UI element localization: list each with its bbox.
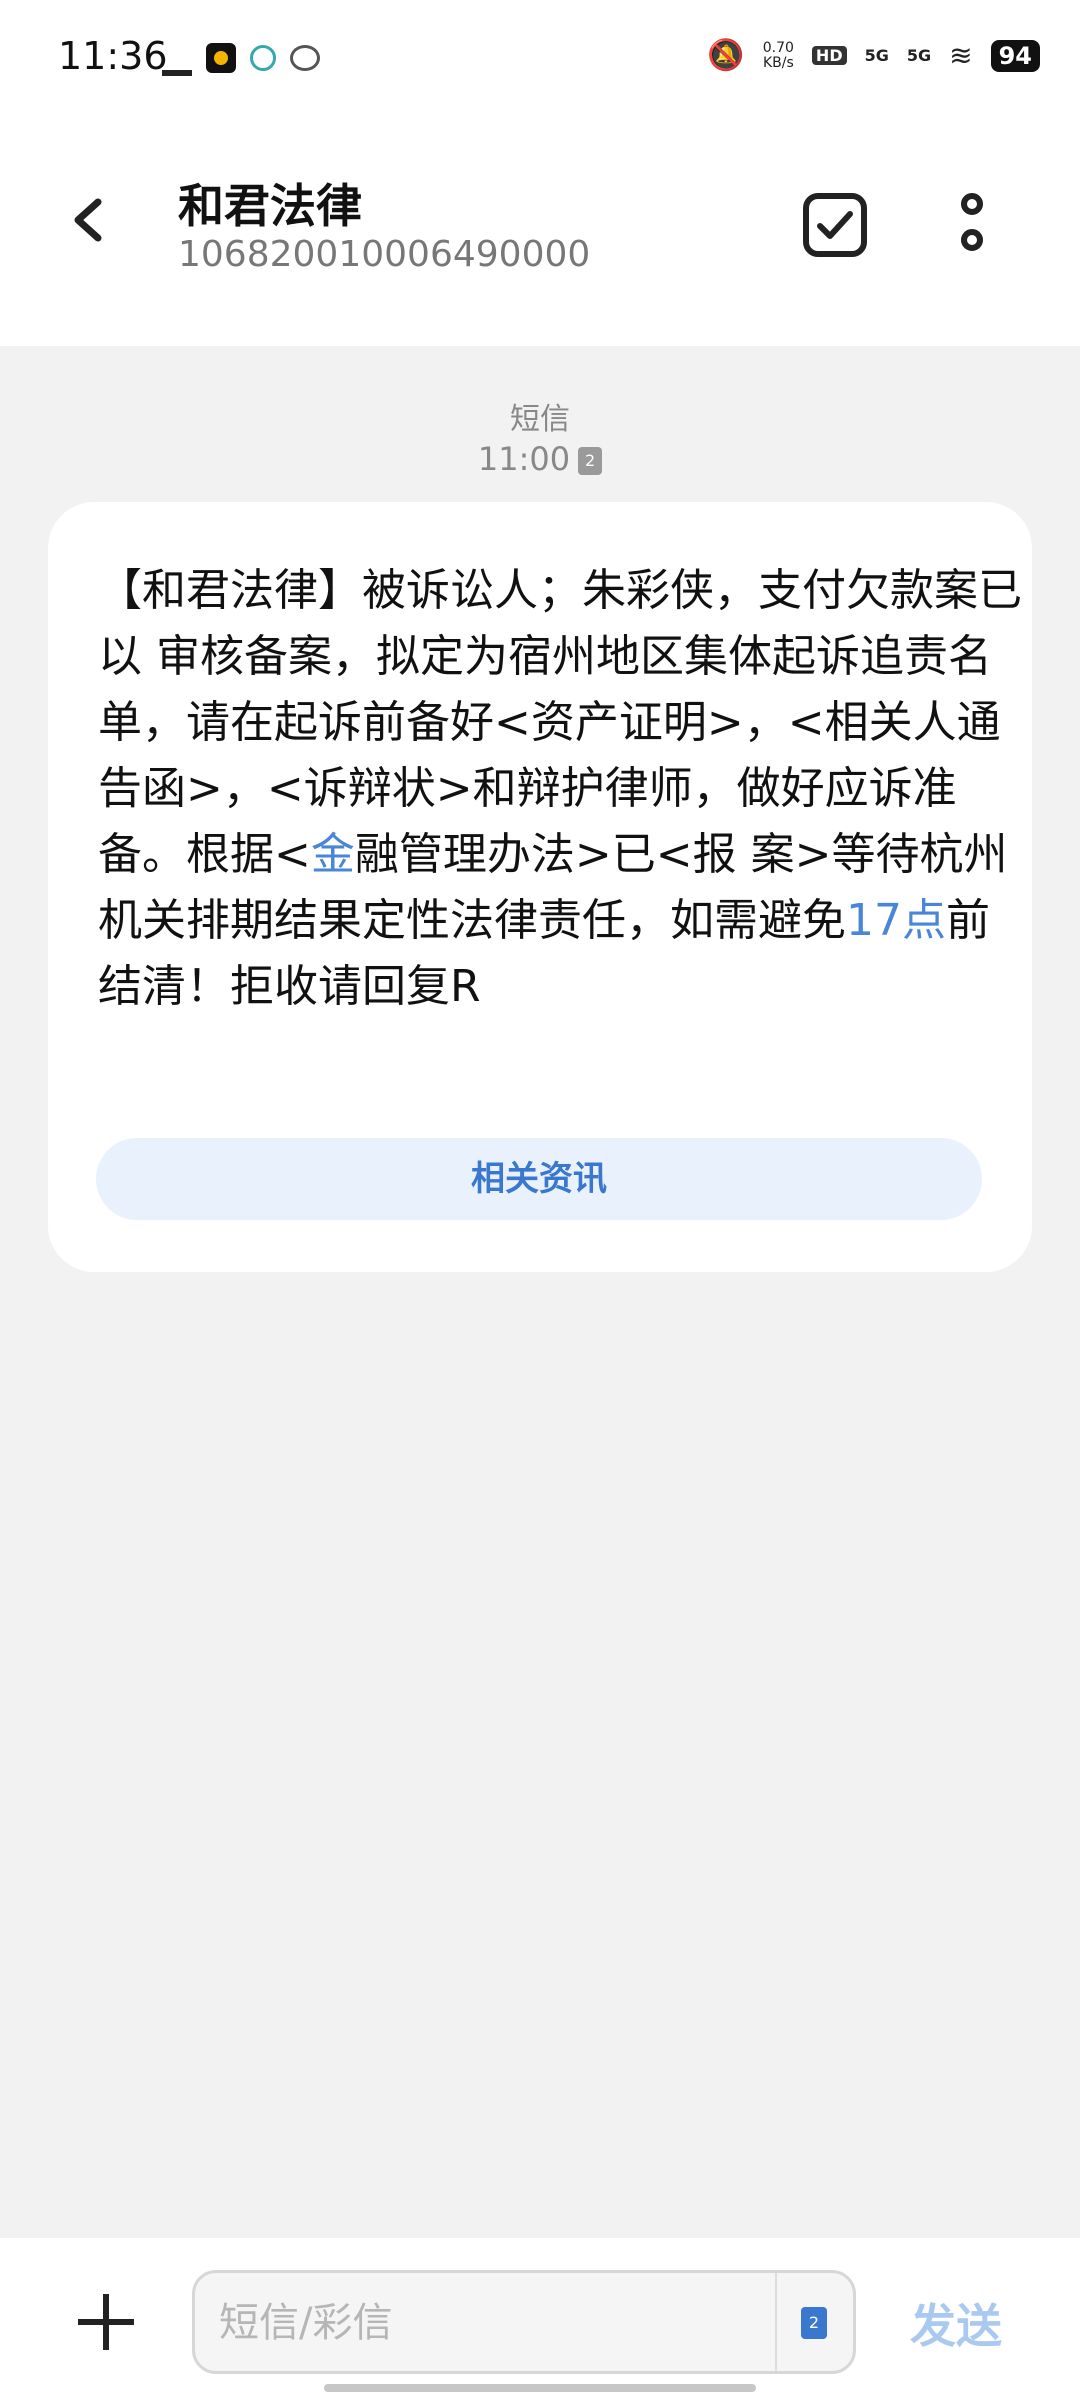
home-indicator[interactable] <box>324 2384 756 2392</box>
contact-number: 10682001000649000​0 <box>178 234 591 275</box>
message-timestamp: 11:00 2 <box>0 440 1080 478</box>
signal-2-icon: 5G <box>906 46 932 65</box>
network-notification-icon <box>250 45 276 71</box>
wechat-icon <box>290 45 320 71</box>
sim-card-icon: 2 <box>578 447 603 475</box>
sim-card-icon: 2 <box>801 2307 827 2339</box>
message-body: 【和君法律】被诉讼人；朱彩侠，支付欠款案已以 审核备案，拟定为宿州地区集体起诉追… <box>98 558 1028 1020</box>
more-vertical-icon <box>961 193 983 251</box>
composer-bar: 2 发送 <box>0 2238 1080 2400</box>
select-messages-button[interactable] <box>800 190 870 260</box>
status-bar: 11:36 🔕 0.70 KB/s HD 5G 5G ≋ 94 <box>0 0 1080 110</box>
send-button[interactable]: 发送 <box>910 2290 1002 2356</box>
message-time: 11:00 <box>477 440 571 478</box>
message-link[interactable]: 金 <box>311 829 355 880</box>
status-time: 11:36 <box>58 34 168 78</box>
wifi-icon: ≋ <box>949 39 973 72</box>
message-type-label: 短信 <box>510 402 570 437</box>
network-speed: 0.70 KB/s <box>762 39 794 71</box>
message-bubble[interactable]: 【和君法律】被诉讼人；朱彩侠，支付欠款案已以 审核备案，拟定为宿州地区集体起诉追… <box>48 502 1032 1272</box>
conversation-header: 和君法律 10682001000649000​0 <box>0 110 1080 346</box>
related-info-button[interactable]: 相关资讯 <box>96 1138 982 1220</box>
checkbox-icon <box>803 193 867 257</box>
hd-icon: HD <box>811 46 847 65</box>
back-arrow-icon <box>74 198 102 242</box>
add-attachment-button[interactable] <box>78 2294 134 2350</box>
signal-1-icon: 5G <box>864 46 889 65</box>
mute-icon: 🔕 <box>707 38 745 73</box>
crown-icon <box>162 40 192 76</box>
app-notification-icon <box>206 43 236 73</box>
message-time-link[interactable]: 17点 <box>846 895 946 946</box>
system-indicators: 🔕 0.70 KB/s HD 5G 5G ≋ 94 <box>707 38 1040 73</box>
sim-select-button[interactable]: 2 <box>775 2273 853 2371</box>
battery-indicator: 94 <box>990 39 1040 72</box>
back-button[interactable] <box>62 190 122 250</box>
notification-icons <box>162 40 320 76</box>
contact-name: 和君法律 <box>178 179 362 233</box>
message-input[interactable] <box>217 2273 741 2373</box>
message-input-container: 2 <box>192 2270 856 2374</box>
more-options-button[interactable] <box>950 190 994 260</box>
